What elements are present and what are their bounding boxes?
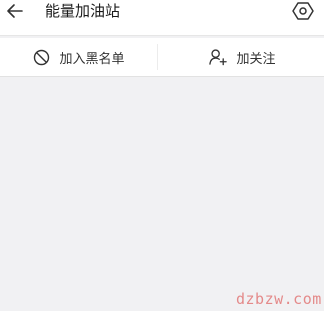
block-circle-icon [32,48,50,66]
add-to-blacklist-label: 加入黑名单 [59,51,125,67]
page-title: 能量加油站 [45,2,121,20]
arrow-left-icon [7,4,23,18]
follow-label: 加关注 [236,51,276,67]
top-bar: 能量加油站 [0,0,327,36]
add-to-blacklist-button[interactable]: 加入黑名单 [0,38,157,76]
back-button[interactable] [4,0,26,22]
watermark-text: dzbzw.com [236,290,322,308]
settings-button[interactable] [290,0,316,24]
hexagon-settings-icon [292,2,314,20]
follow-button[interactable]: 加关注 [158,38,327,76]
add-user-icon [209,48,228,66]
action-bar: 加入黑名单 加关注 [0,38,327,77]
